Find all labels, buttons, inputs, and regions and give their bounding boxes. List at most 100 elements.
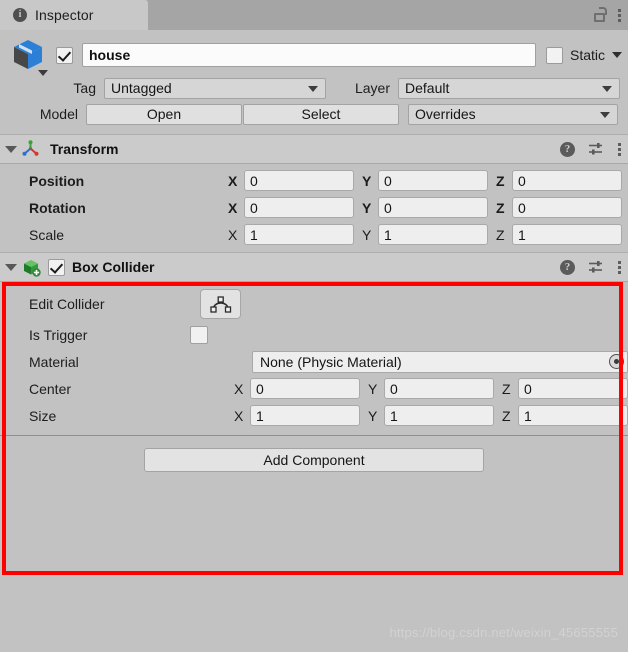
box-collider-size-label: Size (29, 407, 57, 424)
transform-title: Transform (50, 141, 119, 157)
layer-value: Default (405, 80, 450, 96)
box-collider-size-z-input[interactable]: 1 (518, 405, 628, 426)
transform-rotation-label: Rotation (29, 199, 86, 216)
is-trigger-checkbox[interactable] (190, 325, 209, 344)
layer-dropdown[interactable]: Default (398, 77, 620, 99)
transform-foldout-icon[interactable] (5, 145, 17, 153)
box-collider-size-z-value: 1 (524, 407, 532, 424)
layer-label: Layer (354, 80, 390, 96)
lock-open-icon[interactable] (594, 7, 607, 23)
material-object-field[interactable]: None (Physic Material) (252, 350, 628, 373)
material-label: Material (29, 353, 79, 370)
transform-component-header[interactable]: Transform ? (0, 134, 628, 164)
transform-position-x-input[interactable]: 0 (244, 170, 354, 191)
transform-position-z-input[interactable]: 0 (512, 170, 622, 191)
tabbar-actions (594, 0, 628, 30)
center-z-axis: Z 0 (502, 378, 628, 399)
box-collider-component-header[interactable]: Box Collider ? (0, 252, 628, 282)
object-picker-icon[interactable] (609, 354, 624, 369)
transform-scale-label: Scale (29, 226, 65, 243)
kebab-menu-icon[interactable] (617, 8, 621, 22)
transform-rotation-z-value: 0 (518, 199, 526, 216)
overrides-dropdown[interactable]: Overrides (408, 103, 618, 125)
box-collider-green-cube-icon (24, 259, 41, 277)
edit-collider-row: Edit Collider (0, 287, 628, 321)
tag-label: Tag (73, 80, 96, 96)
gameobject-header: house Static Tag Untagged Layer Default … (0, 30, 628, 134)
model-select-label: Select (301, 106, 341, 122)
kebab-menu-icon[interactable] (617, 142, 621, 156)
gameobject-name-input[interactable]: house (82, 43, 536, 67)
axis-letter-x: X (228, 199, 238, 216)
axis-letter-x: X (234, 380, 244, 397)
transform-position-y-input[interactable]: 0 (378, 170, 488, 191)
edit-collider-polygon-icon (210, 296, 232, 313)
info-icon: i (13, 8, 27, 22)
transform-scale-row: Scale X 1 Y 1 Z 1 (0, 221, 628, 248)
transform-rotation-y-input[interactable]: 0 (378, 197, 488, 218)
box-collider-foldout-icon[interactable] (5, 263, 17, 271)
static-chevron-down-icon[interactable] (612, 52, 622, 58)
box-collider-center-row: Center X 0 Y 0 Z 0 (0, 375, 628, 402)
transform-scale-x-input[interactable]: 1 (244, 224, 354, 245)
inspector-window: i Inspector house Static Tag Untagged La… (0, 0, 628, 652)
gameobject-name-row: house Static (0, 30, 628, 77)
static-checkbox[interactable] (545, 46, 563, 64)
transform-rotation-row: Rotation X 0 Y 0 Z 0 (0, 194, 628, 221)
box-collider-enabled-checkbox[interactable] (48, 258, 65, 276)
box-collider-title: Box Collider (72, 259, 155, 275)
transform-position-y-value: 0 (384, 172, 392, 189)
transform-position-row: Position X 0 Y 0 Z 0 (0, 167, 628, 194)
kebab-menu-icon[interactable] (617, 260, 621, 274)
tab-inspector-label: Inspector (35, 7, 94, 23)
material-value: None (Physic Material) (260, 353, 402, 370)
box-collider-header-actions: ? (560, 259, 621, 275)
preset-sliders-icon[interactable] (588, 260, 604, 274)
chevron-down-icon[interactable] (38, 70, 48, 76)
axis-letter-x: X (228, 226, 238, 243)
add-component-button[interactable]: Add Component (144, 448, 484, 472)
model-select-button[interactable]: Select (243, 103, 399, 125)
box-collider-size-y-input[interactable]: 1 (384, 405, 494, 426)
box-collider-center-x-input[interactable]: 0 (250, 378, 360, 399)
help-question-icon[interactable]: ? (560, 141, 575, 157)
add-component-label: Add Component (263, 452, 365, 468)
box-collider-size-x-input[interactable]: 1 (250, 405, 360, 426)
transform-rotation-z-input[interactable]: 0 (512, 197, 622, 218)
box-collider-center-y-input[interactable]: 0 (384, 378, 494, 399)
axis-letter-z: Z (502, 407, 511, 424)
model-row: Model Open Select Overrides (0, 101, 628, 127)
transform-scale-z-input[interactable]: 1 (512, 224, 622, 245)
scale-x-axis: X 1 (228, 224, 354, 245)
box-collider-center-z-value: 0 (524, 380, 532, 397)
position-y-axis: Y 0 (362, 170, 488, 191)
material-row: Material None (Physic Material) (0, 348, 628, 375)
transform-scale-y-input[interactable]: 1 (378, 224, 488, 245)
tag-layer-row: Tag Untagged Layer Default (0, 75, 628, 101)
tag-dropdown[interactable]: Untagged (104, 77, 326, 99)
model-open-button[interactable]: Open (86, 103, 242, 125)
transform-position-z-value: 0 (518, 172, 526, 189)
preset-sliders-icon[interactable] (588, 142, 604, 156)
gameobject-enabled-checkbox[interactable] (56, 46, 73, 64)
box-collider-size-row: Size X 1 Y 1 Z 1 (0, 402, 628, 429)
transform-scale-vector: X 1 Y 1 Z 1 (228, 224, 628, 245)
overrides-value: Overrides (415, 106, 476, 122)
box-collider-center-vector: X 0 Y 0 Z 0 (234, 378, 628, 399)
tab-inspector[interactable]: i Inspector (0, 0, 148, 30)
box-collider-center-y-value: 0 (390, 380, 398, 397)
model-label: Model (39, 106, 78, 122)
chevron-down-icon (602, 85, 612, 92)
axis-letter-x: X (228, 172, 238, 189)
rotation-z-axis: Z 0 (496, 197, 622, 218)
help-question-icon[interactable]: ? (560, 259, 575, 275)
box-collider-size-y-value: 1 (390, 407, 398, 424)
transform-header-actions: ? (560, 141, 621, 157)
transform-position-label: Position (29, 172, 85, 189)
gameobject-icon-wrap[interactable] (0, 33, 56, 77)
box-collider-center-z-input[interactable]: 0 (518, 378, 628, 399)
edit-collider-button[interactable] (200, 289, 242, 319)
position-x-axis: X 0 (228, 170, 354, 191)
transform-rotation-x-input[interactable]: 0 (244, 197, 354, 218)
transform-scale-x-value: 1 (250, 226, 258, 243)
